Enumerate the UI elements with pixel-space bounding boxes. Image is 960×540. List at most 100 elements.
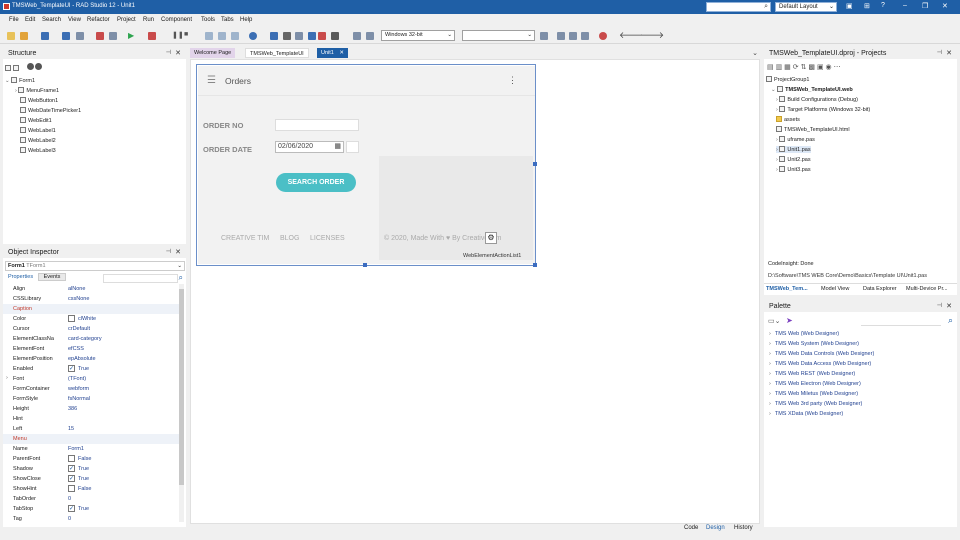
tab-project[interactable]: TMSWeb_TemplateUI <box>245 48 309 58</box>
property-row[interactable]: FormStyle fsNormal <box>3 394 179 404</box>
property-value[interactable]: 386 <box>68 406 77 412</box>
checkbox[interactable]: ✓ <box>68 475 75 482</box>
property-row[interactable]: Enabled ✓ True <box>3 364 179 374</box>
property-row[interactable]: FormContainer webform <box>3 384 179 394</box>
palette-search-input[interactable] <box>861 317 941 326</box>
menu-tools[interactable]: Tools <box>201 17 215 23</box>
open-icon[interactable] <box>20 32 28 40</box>
property-value[interactable]: 0 <box>68 516 71 522</box>
palette-category[interactable]: › TMS Web System (Web Designer) <box>769 341 859 347</box>
menu-refactor[interactable]: Refactor <box>87 17 110 23</box>
expand-icon[interactable]: › <box>6 375 8 381</box>
property-value[interactable]: fsNormal <box>68 396 90 402</box>
structure-item[interactable]: ⌄ Form1 <box>5 77 35 84</box>
calendar-icon[interactable]: ▦ <box>334 142 341 152</box>
property-row[interactable]: Tag 0 <box>3 514 179 524</box>
menu-view[interactable]: View <box>68 17 81 23</box>
add-icon[interactable]: ▥ <box>776 64 783 71</box>
more-icon[interactable]: ⋮ <box>508 75 517 86</box>
property-row[interactable]: TabOrder 0 <box>3 494 179 504</box>
tab-welcome-page[interactable]: Welcome Page <box>190 48 236 58</box>
component-select[interactable]: Form1 TForm1 ⌄ <box>5 261 185 271</box>
pause-icon[interactable]: ❚❚ <box>172 31 184 39</box>
property-row[interactable]: ShowClose ✓ True <box>3 474 179 484</box>
property-row[interactable]: Hint <box>3 414 179 424</box>
palette-category[interactable]: › TMS Web (Web Designer) <box>769 331 839 337</box>
menu-run[interactable]: Run <box>143 17 154 23</box>
options-icon[interactable] <box>540 32 548 40</box>
footer-link-licenses[interactable]: LICENSES <box>310 235 345 242</box>
tab-model-view[interactable]: Model View <box>821 284 849 294</box>
checkbox[interactable] <box>68 485 75 492</box>
pointer-icon[interactable]: ➤ <box>786 316 793 325</box>
build-icon[interactable]: ▦ <box>784 64 791 71</box>
structure-item[interactable]: WebLabel2 <box>20 137 56 144</box>
down-icon[interactable] <box>35 63 43 70</box>
menu-edit[interactable]: Edit <box>25 17 35 23</box>
property-row[interactable]: Name Form1 <box>3 444 179 454</box>
project-tree-item[interactable]: › Unit3.pas <box>776 166 811 173</box>
trace-into-icon[interactable] <box>218 32 226 40</box>
chevron-down-icon[interactable]: ⌄ <box>752 49 758 57</box>
property-row[interactable]: ElementPosition epAbsolute <box>3 354 179 364</box>
remove-file-icon[interactable] <box>109 32 117 40</box>
refresh-icon[interactable]: ⟳ <box>793 64 799 71</box>
layout-select[interactable]: Default Layout ⌄ <box>775 2 837 12</box>
close-icon[interactable]: ✕ <box>946 301 952 312</box>
structure-item[interactable]: WebDateTimePicker1 <box>20 107 81 114</box>
palette-category[interactable]: › TMS XData (Web Designer) <box>769 411 843 417</box>
palette-category[interactable]: › TMS Web 3rd party (Web Designer) <box>769 401 862 407</box>
run-icon[interactable]: ▶ <box>128 31 134 40</box>
resize-handle[interactable] <box>363 263 367 267</box>
sdk-icon[interactable] <box>331 32 339 40</box>
property-row[interactable]: Color clWhite <box>3 314 179 324</box>
property-value[interactable]: False <box>78 456 91 462</box>
footer-link-blog[interactable]: BLOG <box>280 235 299 242</box>
structure-item[interactable]: WebLabel1 <box>20 127 56 134</box>
platform-icon[interactable] <box>366 32 374 40</box>
checkbox[interactable] <box>68 315 75 322</box>
resize-handle[interactable] <box>533 162 537 166</box>
close-icon[interactable]: ✕ <box>175 48 181 59</box>
property-value[interactable]: card-category <box>68 336 102 342</box>
checkbox[interactable]: ✓ <box>68 365 75 372</box>
deploy-icon[interactable] <box>270 32 278 40</box>
property-row[interactable]: Caption <box>3 304 179 314</box>
more-icon[interactable]: ⋯ <box>834 64 841 71</box>
property-value[interactable]: (TFont) <box>68 376 86 382</box>
order-date-picker[interactable]: 02/06/2020 ▦ <box>275 141 344 153</box>
tab-history[interactable]: History <box>734 525 753 531</box>
property-value[interactable]: True <box>78 476 89 482</box>
action-list-icon[interactable]: ⚙ <box>485 232 497 244</box>
order-icon[interactable] <box>581 32 589 40</box>
add-file-icon[interactable] <box>96 32 104 40</box>
collapse-all-icon[interactable] <box>13 65 19 71</box>
palette-view-icon[interactable]: ▭⌄ <box>768 317 780 325</box>
config-select[interactable]: ⌄ <box>462 30 535 41</box>
save-icon[interactable] <box>41 32 49 40</box>
palette-category[interactable]: › TMS Web Miletus (Web Designer) <box>769 391 858 397</box>
property-row[interactable]: ElementFont efCSS <box>3 344 179 354</box>
hamburger-icon[interactable]: ☰ <box>207 75 216 86</box>
tab-multi-device[interactable]: Multi-Device Pr... <box>906 284 948 294</box>
up-icon[interactable] <box>26 63 34 70</box>
tab-code[interactable]: Code <box>684 525 698 531</box>
align-icon[interactable] <box>557 32 565 40</box>
new-item-icon[interactable]: ▤ <box>767 64 774 71</box>
structure-item[interactable]: WebEdit1 <box>20 117 52 124</box>
help-icon[interactable]: ? <box>881 2 885 9</box>
help-topics-icon[interactable] <box>308 32 316 40</box>
close-icon[interactable]: ✕ <box>946 48 952 59</box>
new-icon[interactable] <box>7 32 15 40</box>
size-icon[interactable] <box>569 32 577 40</box>
title-search-input[interactable]: ⌕ <box>706 2 771 12</box>
open-project-icon[interactable] <box>76 32 84 40</box>
deploy-icon[interactable]: ⊞ <box>864 2 870 10</box>
project-tree-item[interactable]: › uframe.pas <box>776 136 815 143</box>
property-row[interactable]: Height 386 <box>3 404 179 414</box>
property-value[interactable]: cssNone <box>68 296 89 302</box>
property-value[interactable]: epAbsolute <box>68 356 96 362</box>
menu-help[interactable]: Help <box>240 17 252 23</box>
maximize-icon[interactable]: ❐ <box>922 2 928 10</box>
menu-component[interactable]: Component <box>161 17 192 23</box>
